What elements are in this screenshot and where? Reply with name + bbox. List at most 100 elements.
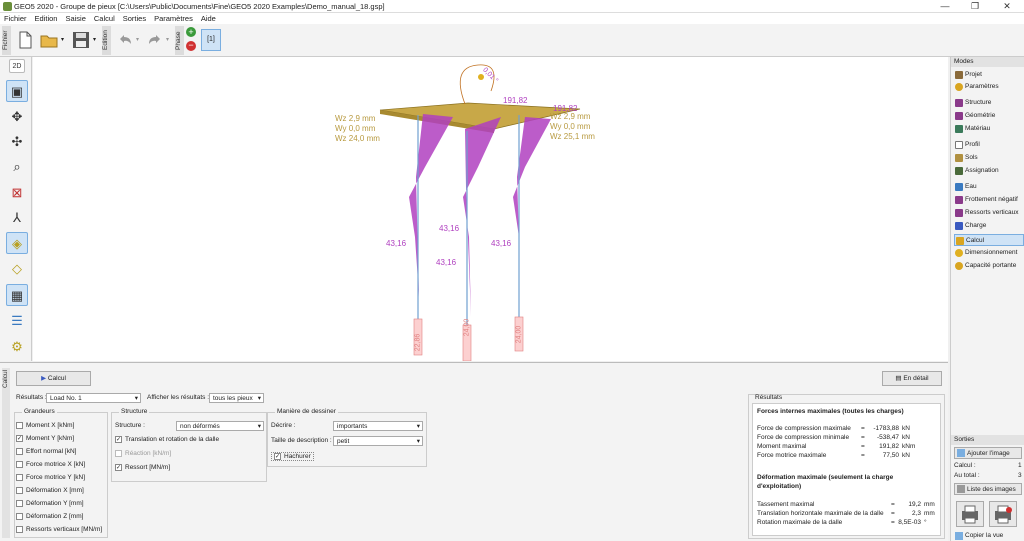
menu-parametres[interactable]: Paramètres [150,13,197,23]
detail-button[interactable]: ▤ En détail [882,371,942,386]
table-view-button[interactable]: ▦ [6,284,28,306]
check-effort-normal[interactable]: Effort normal [kN] [16,448,76,455]
redo-button[interactable] [144,29,166,51]
tab-edition[interactable]: Edition [102,26,111,55]
open-dropdown-icon[interactable]: ▾ [61,36,64,43]
tab-fichier[interactable]: Fichier [2,26,11,55]
results-select[interactable]: Load No. 1 ▾ [46,393,141,403]
bearing-capacity-icon [955,262,963,270]
copy-view-button[interactable]: Copier la vue [954,531,1003,541]
check-reaction[interactable]: Réaction [kN/m] [115,450,171,457]
calculate-button[interactable]: ▶ Calcul [16,371,91,386]
menu-aide[interactable]: Aide [197,13,220,23]
mode-geometrie[interactable]: Géométrie [954,110,1024,122]
structure-select[interactable]: non déformés ▾ [176,421,264,431]
menu-fichier[interactable]: Fichier [0,13,31,23]
menu-edition[interactable]: Edition [31,13,62,23]
check-moment-y[interactable]: ✓ Moment Y [kNm] [16,435,74,442]
check-deformation-y[interactable]: Déformation Y [mm] [16,500,84,507]
mode-assignation[interactable]: Assignation [954,165,1024,177]
new-file-button[interactable] [14,29,36,51]
save-button[interactable] [70,29,92,51]
view-3d-button[interactable]: ▣ [6,80,28,102]
phase-selector[interactable]: [1] [201,29,221,51]
check-moment-x[interactable]: Moment X [kNm] [16,422,74,429]
deformation-table: Tassement maximal = 19,2 mm Translation hor… [757,500,940,527]
minimize-button[interactable]: — [935,1,955,12]
tab-calcul[interactable]: Calcul [2,368,10,538]
show-results-label: Afficher les résultats : [147,394,210,401]
menu-calcul[interactable]: Calcul [90,13,119,23]
check-force-x[interactable]: Force motrice X [kN] [16,461,85,468]
settings-button[interactable]: ⚙ [6,336,28,358]
gear-icon [955,83,963,91]
add-phase-icon[interactable]: + [186,27,196,37]
label-wz-left-2: Wz 24,0 mm [335,134,380,143]
rotate-button[interactable]: ✣ [6,131,28,153]
check-ressort[interactable]: ✓ Ressort [MN/m] [115,464,170,471]
mode-ressorts-verticaux[interactable]: Ressorts verticaux [954,207,1024,219]
mode-profil[interactable]: Profil [954,139,1024,151]
zoom-extents-button[interactable]: ⊠ [6,182,28,204]
wire-view-button[interactable]: ◇ [6,258,28,280]
print-button[interactable] [956,501,984,527]
table-row: Tassement maximal = 19,2 mm [757,501,935,508]
mode-structure[interactable]: Structure [954,97,1024,109]
tab-phase[interactable]: Phase [175,26,184,55]
maximize-button[interactable]: ❐ [965,1,985,12]
mode-frottement-negatif[interactable]: Frottement négatif [954,194,1024,206]
drawing-canvas[interactable]: Wz 2,9 mm Wy 0,0 mm Wz 24,0 mm Wz 2,9 mm… [33,57,948,362]
redo-dropdown-icon[interactable]: ▾ [166,36,169,43]
show-results-select[interactable]: tous les pieux ▾ [209,393,264,403]
check-force-y[interactable]: Force motrice Y [kN] [16,474,85,481]
menu-saisie[interactable]: Saisie [61,13,89,23]
axes-button[interactable]: ⅄ [6,207,28,229]
zoom-button[interactable]: ⌕ [6,156,28,178]
pan-button[interactable]: ✥ [6,106,28,128]
check-ressorts[interactable]: Ressorts verticaux [MN/m] [16,526,102,533]
open-file-button[interactable] [38,29,60,51]
view-2d-button[interactable]: 2D [9,59,25,73]
moment-label-pile-1: 43,16 [386,239,407,248]
assignment-icon [955,167,963,175]
chevron-down-icon: ▾ [257,423,261,430]
print-export-button[interactable] [989,501,1017,527]
taille-select[interactable]: petit ▾ [333,436,423,446]
remove-phase-icon[interactable]: − [186,41,196,51]
axes-icon: ⅄ [13,210,21,225]
mode-dimensionnement[interactable]: Dimensionnement [954,247,1024,259]
wire-cube-icon: ◇ [12,261,22,276]
checkbox-icon [16,461,23,468]
app-icon [3,2,12,11]
add-image-button[interactable]: Ajouter l'image [954,447,1022,459]
check-translation-rotation[interactable]: ✓ Translation et rotation de la dalle [115,436,219,443]
mode-sols[interactable]: Sols [954,152,1024,164]
close-button[interactable]: ✕ [997,1,1017,12]
solid-view-button[interactable]: ◈ [6,232,28,254]
check-hachurer[interactable]: ✓ Hachurer [271,452,314,462]
table-row: Translation horizontale maximale de la d… [757,510,935,517]
mode-capacite-portante[interactable]: Capacité portante [954,260,1024,272]
mode-charge[interactable]: Charge [954,220,1024,232]
undo-icon [120,35,131,44]
zoom-extents-icon: ⊠ [11,185,23,200]
undo-dropdown-icon[interactable]: ▾ [136,36,139,43]
undo-button[interactable] [114,29,136,51]
decrire-select[interactable]: importants ▾ [333,421,423,431]
check-deformation-x[interactable]: Déformation X [mm] [16,487,84,494]
mode-calcul[interactable]: Calcul [954,234,1024,246]
image-list-button[interactable]: Liste des images [954,483,1022,495]
mode-projet[interactable]: Projet [954,69,1024,81]
layers-button[interactable]: ☰ [6,310,28,332]
moment-diagram-pile-1 [409,114,453,297]
negative-friction-icon [955,196,963,204]
mode-materiau[interactable]: Matériau [954,123,1024,135]
check-deformation-z[interactable]: Déformation Z [mm] [16,513,83,520]
save-dropdown-icon[interactable]: ▾ [93,36,96,43]
menu-sorties[interactable]: Sorties [119,13,150,23]
taille-label: Taille de description : [271,437,332,444]
results-label: Résultats : [16,394,47,401]
decrire-label: Décrire : [271,422,296,429]
mode-parametres[interactable]: Paramètres [954,81,1024,93]
mode-eau[interactable]: Eau [954,181,1024,193]
